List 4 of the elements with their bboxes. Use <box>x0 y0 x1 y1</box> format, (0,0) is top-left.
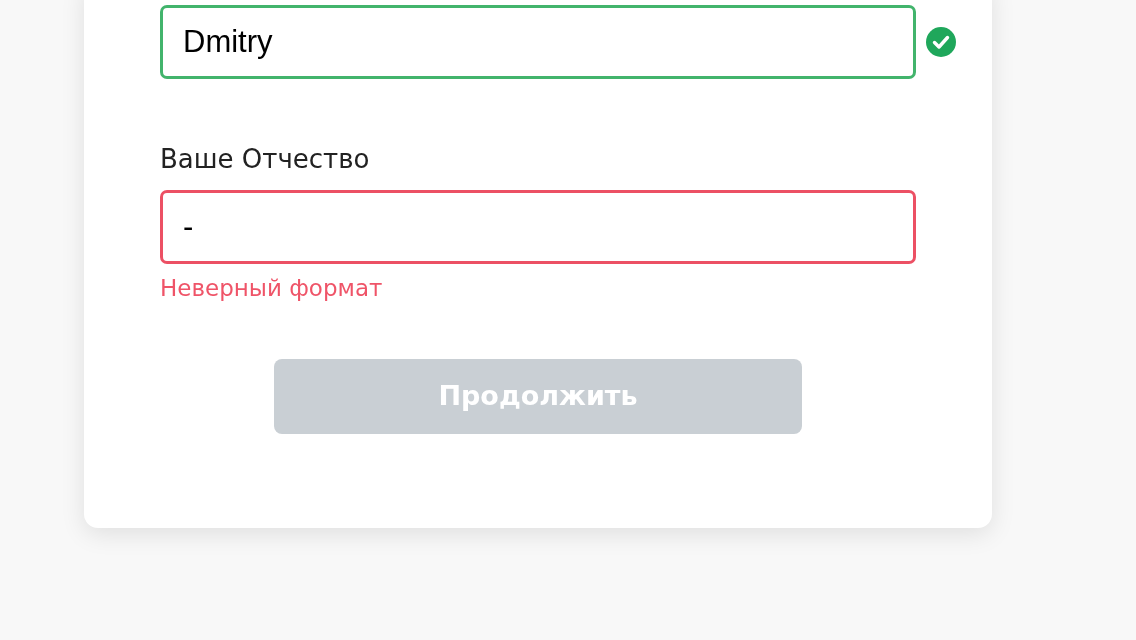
error-message: Неверный формат <box>160 274 383 302</box>
field-label: Ваше Отчество <box>160 143 370 175</box>
input-field[interactable]: Dmitry <box>160 5 916 79</box>
input-field[interactable]: - <box>160 190 916 264</box>
